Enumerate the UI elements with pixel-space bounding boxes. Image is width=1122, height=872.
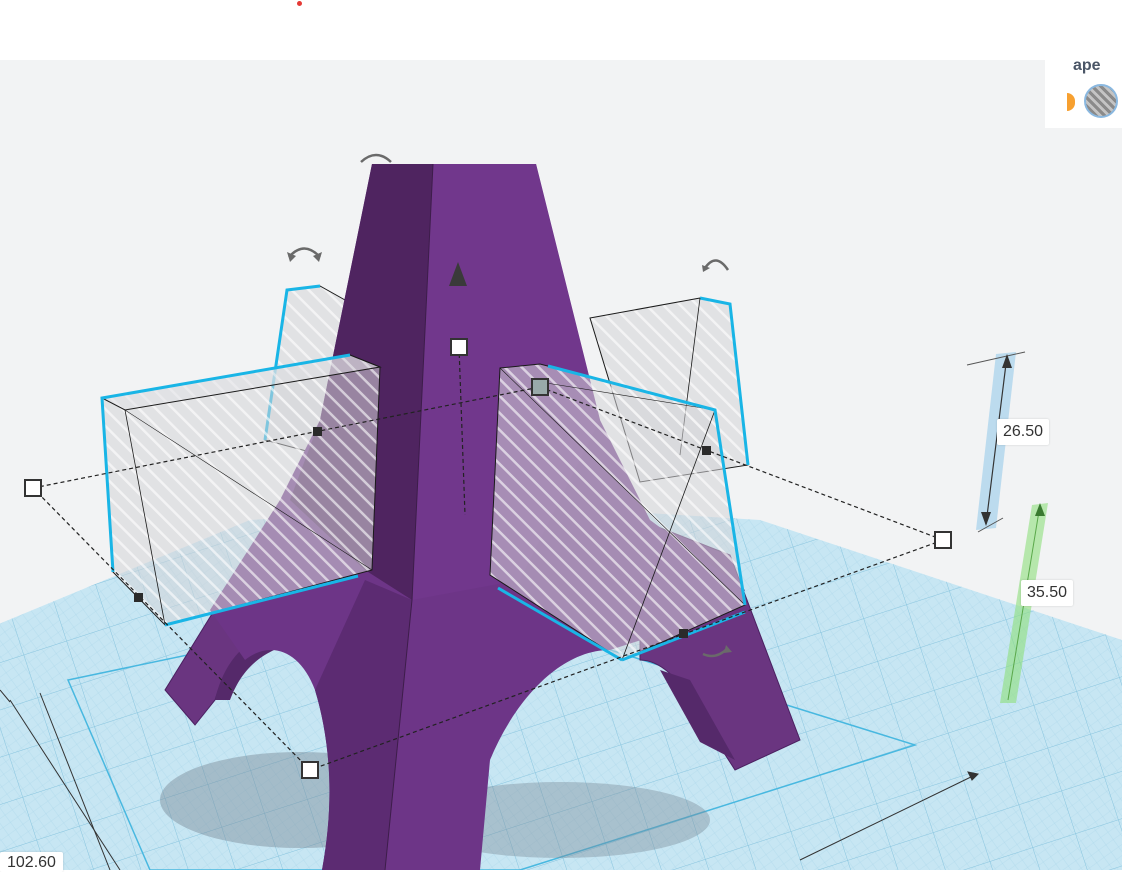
resize-handle-icon[interactable]: [531, 378, 549, 396]
width-dimension-input[interactable]: 102.60: [0, 852, 63, 872]
shape-inspector-panel: ape: [1045, 55, 1122, 128]
edge-handle-icon[interactable]: [134, 593, 143, 602]
elevation-dimension-input[interactable]: 35.50: [1021, 580, 1074, 606]
height-handle-icon[interactable]: [450, 338, 468, 356]
resize-handle-icon[interactable]: [934, 531, 952, 549]
edge-handle-icon[interactable]: [702, 446, 711, 455]
inspector-title: ape: [1073, 57, 1101, 74]
edge-handle-icon[interactable]: [313, 427, 322, 436]
top-toolbar: [0, 0, 1122, 60]
scene[interactable]: [0, 60, 1122, 870]
3d-viewport[interactable]: [0, 60, 1122, 870]
solid-color-swatch[interactable]: [1067, 93, 1075, 111]
resize-handle-icon[interactable]: [24, 479, 42, 497]
resize-handle-icon[interactable]: [301, 761, 319, 779]
hole-swatch[interactable]: [1084, 84, 1118, 118]
height-dimension-input[interactable]: 26.50: [997, 419, 1050, 445]
edge-handle-icon[interactable]: [679, 629, 688, 638]
rotate-arrow-icon: [360, 153, 392, 163]
notification-dot: [297, 1, 302, 6]
